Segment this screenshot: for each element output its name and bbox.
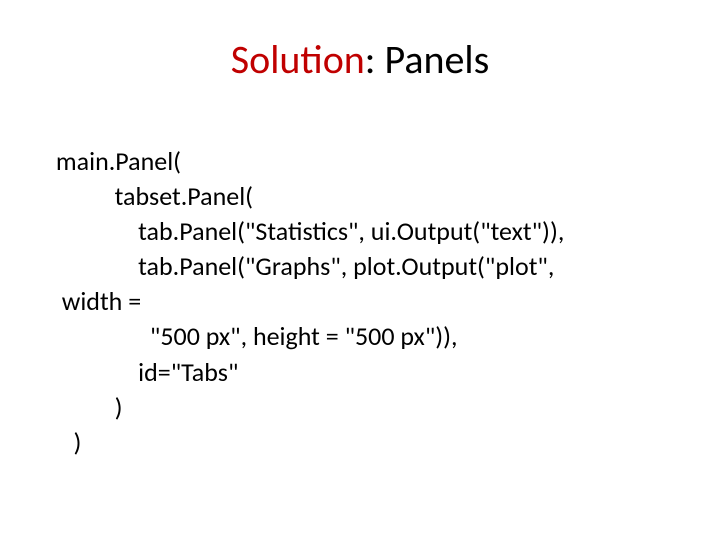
code-line: width = [50, 284, 670, 319]
title-black-part: : Panels [365, 35, 489, 84]
code-line: ) [50, 390, 670, 425]
slide-title: Solution: Panels [50, 35, 670, 84]
code-line: tab.Panel("Graphs", plot.Output("plot", [50, 249, 670, 284]
code-line: id="Tabs" [50, 355, 670, 390]
code-line: tab.Panel("Statistics", ui.Output("text"… [50, 214, 670, 249]
code-line: ) [50, 425, 670, 460]
code-line: main.Panel( [50, 144, 670, 179]
code-line: "500 px", height = "500 px")), [50, 319, 670, 354]
code-line: tabset.Panel( [50, 179, 670, 214]
title-red-part: Solution [231, 35, 365, 84]
slide: Solution: Panels main.Panel( tabset.Pane… [0, 0, 720, 540]
code-block: main.Panel( tabset.Panel( tab.Panel("Sta… [50, 144, 670, 460]
